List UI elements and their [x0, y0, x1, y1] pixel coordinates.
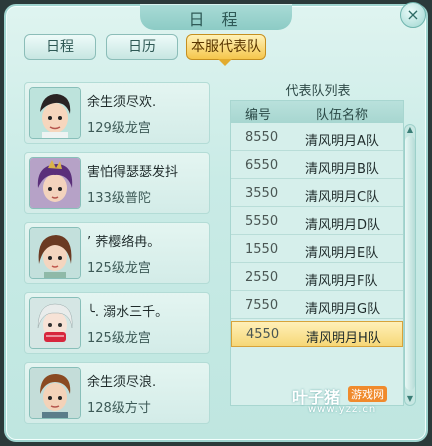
team-id: 1550: [245, 242, 279, 257]
team-list-title: 代表队列表: [285, 84, 351, 99]
tab-server-team[interactable]: 本服代表队: [186, 34, 266, 60]
column-header-id: 编号: [245, 108, 272, 123]
close-button[interactable]: ×: [400, 2, 426, 28]
team-name: 清风明月D队: [305, 218, 381, 233]
player-level: 128级方寸: [87, 401, 151, 416]
player-name: ╰. 溺水三千。: [87, 305, 169, 320]
team-id: 3550: [245, 186, 279, 201]
team-row[interactable]: 8550 清风明月A队: [231, 125, 403, 151]
player-card[interactable]: 余生须尽欢. 129级龙宫: [24, 82, 210, 144]
tab-calendar[interactable]: 日历: [106, 34, 178, 60]
team-name: 清风明月E队: [305, 246, 379, 261]
player-avatar: [29, 367, 81, 419]
team-name: 清风明月C队: [305, 190, 380, 205]
team-row-selected[interactable]: 4550 清风明月H队: [231, 321, 403, 347]
scroll-thumb[interactable]: [405, 136, 415, 390]
player-card[interactable]: ╰. 溺水三千。 125级龙宫: [24, 292, 210, 354]
player-level: 125级龙宫: [87, 261, 151, 276]
active-tab-indicator: [218, 59, 232, 66]
player-avatar: [29, 157, 81, 209]
team-name: 清风明月A队: [305, 134, 379, 149]
team-row[interactable]: 7550 清风明月G队: [231, 293, 403, 319]
team-row[interactable]: 1550 清风明月E队: [231, 237, 403, 263]
team-id: 2550: [245, 270, 279, 285]
team-row[interactable]: 5550 清风明月D队: [231, 209, 403, 235]
scroll-down-arrow-icon[interactable]: ▼: [405, 394, 415, 404]
player-level: 133级普陀: [87, 191, 151, 206]
team-row[interactable]: 2550 清风明月F队: [231, 265, 403, 291]
team-id: 6550: [245, 158, 279, 173]
player-name: 余生须尽欢.: [87, 95, 157, 110]
team-name: 清风明月H队: [306, 331, 381, 346]
column-header-team-name: 队伍名称: [316, 108, 369, 123]
team-name: 清风明月F队: [305, 274, 378, 289]
player-avatar: [29, 227, 81, 279]
player-avatar: [29, 87, 81, 139]
team-name: 清风明月G队: [305, 302, 381, 317]
team-id: 8550: [245, 130, 279, 145]
player-level: 125级龙宫: [87, 331, 151, 346]
team-id: 7550: [245, 298, 279, 313]
player-card[interactable]: 害怕得瑟瑟发抖 133级普陀: [24, 152, 210, 214]
team-row[interactable]: 6550 清风明月B队: [231, 153, 403, 179]
watermark-tag: 游戏网: [348, 386, 387, 402]
player-avatar: [29, 297, 81, 349]
player-level: 129级龙宫: [87, 121, 151, 136]
scroll-up-arrow-icon[interactable]: ▲: [405, 125, 415, 135]
player-name: ’ 荞樱络冉。: [87, 235, 161, 250]
window-title: 日 程: [188, 10, 244, 29]
team-id: 4550: [246, 327, 280, 342]
player-name: 害怕得瑟瑟发抖: [87, 165, 179, 180]
team-row[interactable]: 3550 清风明月C队: [231, 181, 403, 207]
team-id: 5550: [245, 214, 279, 229]
player-card[interactable]: ’ 荞樱络冉。 125级龙宫: [24, 222, 210, 284]
player-name: 余生须尽浪.: [87, 375, 157, 390]
watermark-url: www.yzz.cn: [308, 404, 377, 415]
player-card[interactable]: 余生须尽浪. 128级方寸: [24, 362, 210, 424]
tab-schedule[interactable]: 日程: [24, 34, 96, 60]
team-name: 清风明月B队: [305, 162, 379, 177]
